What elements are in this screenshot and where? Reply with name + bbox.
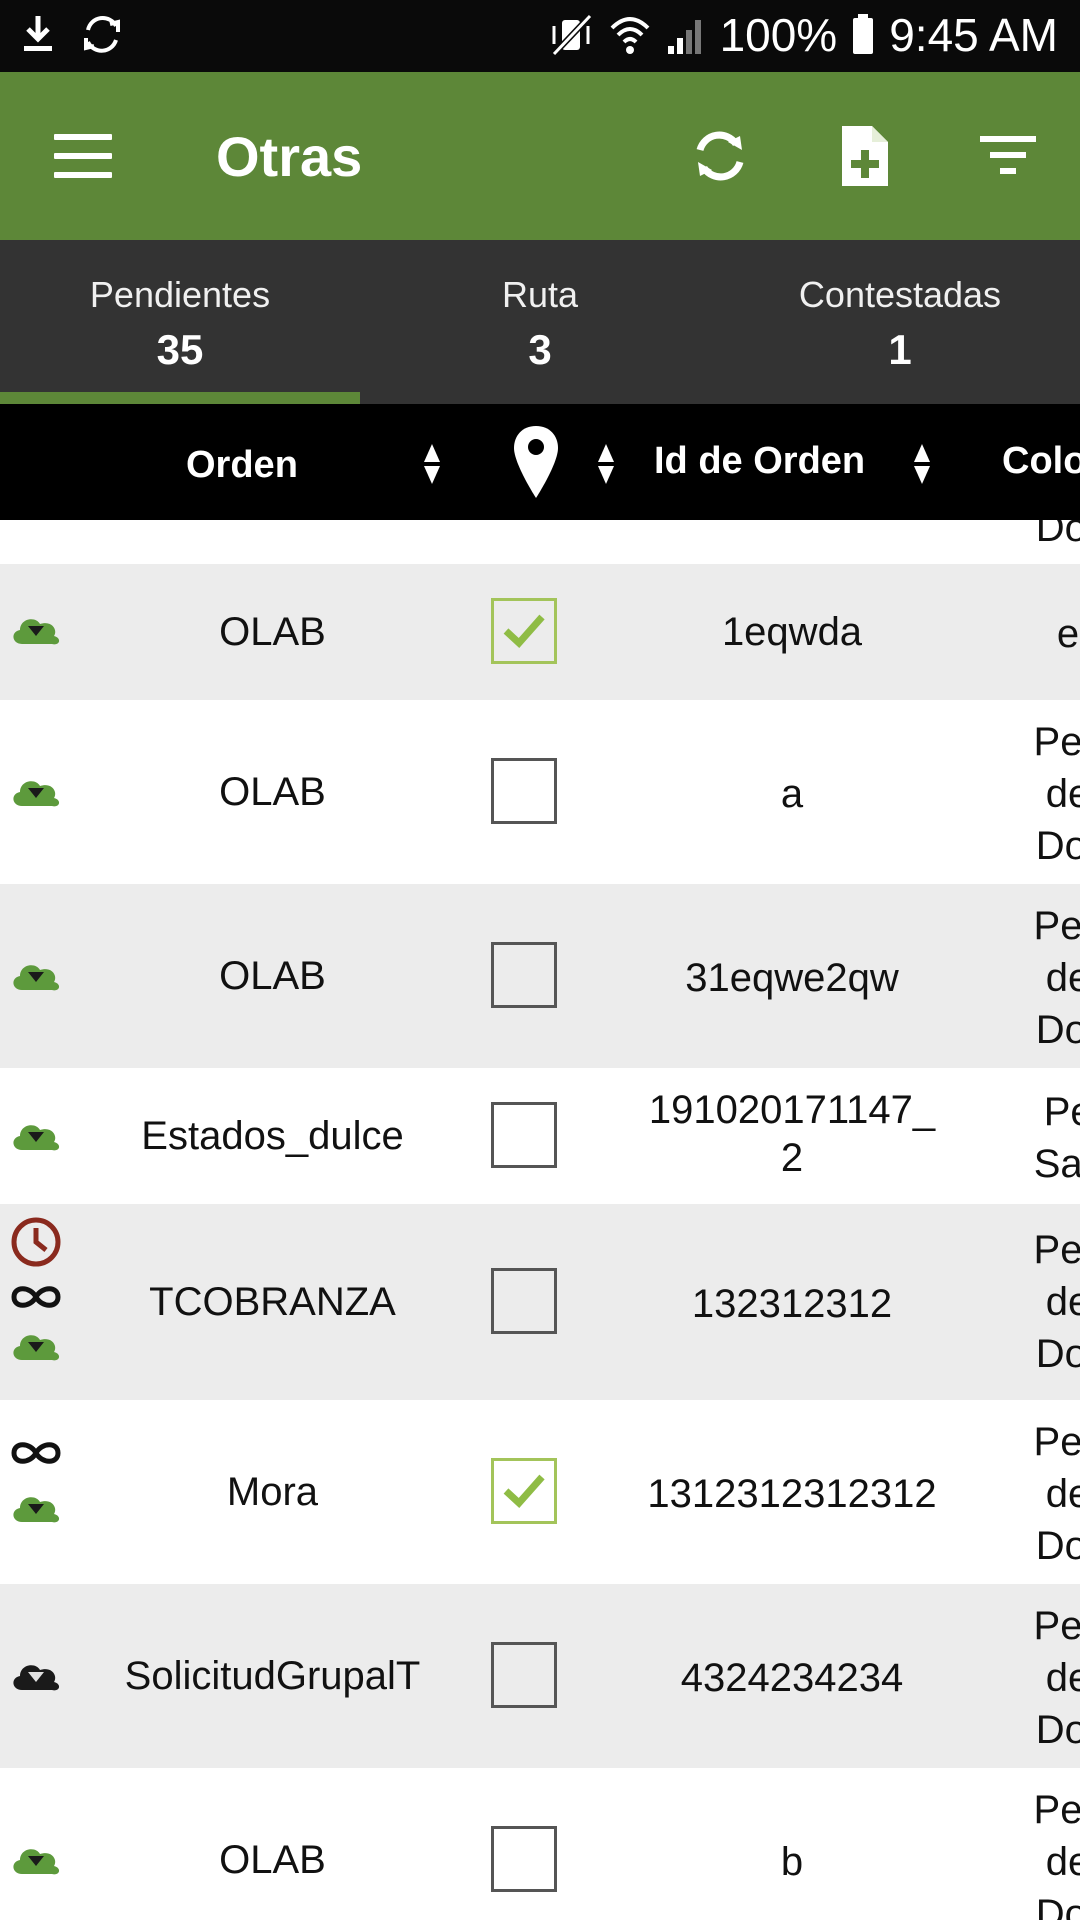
cell-orden: OLAB — [219, 610, 326, 654]
cell-id-orden: b — [780, 1840, 804, 1884]
cell-orden: TCOBRANZA — [149, 1280, 396, 1324]
column-header-orden[interactable]: Orden — [186, 444, 298, 487]
cloud-download-icon — [13, 1335, 60, 1361]
vibrate-off-icon — [551, 13, 592, 57]
table-row[interactable]: Estados_dulce 191020171147_2 PedrSanta — [0, 1068, 1080, 1204]
cell-colonia: e — [1056, 612, 1080, 656]
tab-label: Pendientes — [89, 274, 271, 315]
app-bar: Otras — [0, 72, 1080, 240]
cell-orden: OLAB — [219, 954, 326, 998]
cell-orden: OLAB — [219, 1838, 326, 1882]
battery-percent: 100% — [719, 9, 838, 61]
tab-count: 1 — [888, 326, 912, 373]
tab-count: 3 — [528, 326, 552, 373]
sync-icon — [84, 15, 120, 53]
battery-icon — [853, 14, 874, 54]
checkmark-icon — [503, 614, 545, 648]
cell-id-orden: 4324234234 — [680, 1656, 904, 1700]
row-checkbox[interactable] — [491, 1458, 557, 1524]
row-checkbox[interactable] — [491, 1268, 557, 1334]
row-checkbox[interactable] — [491, 1826, 557, 1892]
cell-colonia: PecdeDor — [1033, 1228, 1080, 1376]
row-checkbox[interactable] — [491, 1102, 557, 1168]
signal-icon — [667, 20, 701, 54]
table-header: Orden Id de Orden Colo — [0, 404, 1080, 520]
cell-orden: Mora — [226, 1470, 319, 1514]
cell-colonia: Dor — [1035, 520, 1080, 550]
sort-icon[interactable] — [912, 442, 932, 486]
row-checkbox[interactable] — [491, 598, 557, 664]
clock-time: 9:45 AM — [889, 9, 1058, 61]
cell-colonia: PecdeDor — [1033, 1604, 1080, 1752]
row-checkbox[interactable] — [491, 942, 557, 1008]
tab-bar: Pendientes 35 Ruta 3 Contestadas 1 — [0, 240, 1080, 404]
tab-pendientes[interactable]: Pendientes 35 — [0, 240, 360, 404]
cloud-download-dark-icon — [13, 1665, 60, 1691]
cell-id-orden: a — [780, 772, 804, 816]
table-row[interactable]: OLAB 31eqwe2qw PecdeDor — [0, 884, 1080, 1068]
table-row[interactable]: SolicitudGrupalT 4324234234 PecdeDor — [0, 1584, 1080, 1768]
table-row-partial: Dor — [0, 520, 1080, 564]
cell-orden: SolicitudGrupalT — [124, 1654, 421, 1698]
cloud-download-icon — [13, 1497, 60, 1523]
infinity-icon — [11, 1442, 61, 1464]
status-bar: 100% 9:45 AM — [0, 0, 1080, 72]
cell-id-orden: 1eqwda — [721, 610, 863, 654]
cloud-download-icon — [13, 1849, 60, 1875]
location-pin-icon[interactable] — [512, 424, 560, 500]
table-row[interactable]: TCOBRANZA 132312312 PecdeDor — [0, 1204, 1080, 1400]
cell-orden: OLAB — [219, 770, 326, 814]
infinity-icon — [11, 1286, 61, 1308]
cloud-download-icon — [13, 1125, 60, 1151]
row-checkbox[interactable] — [491, 1642, 557, 1708]
cell-colonia: PecdeDor — [1033, 904, 1080, 1052]
table-row[interactable]: OLAB b PecdeDor — [0, 1768, 1080, 1920]
checkmark-icon — [503, 1474, 545, 1508]
cell-colonia: PedrSanta — [1033, 1090, 1080, 1186]
tab-ruta[interactable]: Ruta 3 — [360, 240, 720, 404]
cell-colonia: PecdeDor — [1033, 720, 1080, 868]
tab-count: 35 — [156, 326, 204, 373]
tab-label: Contestadas — [798, 274, 1002, 315]
refresh-icon[interactable] — [684, 120, 756, 192]
table-row[interactable]: OLAB a PecdeDor — [0, 700, 1080, 884]
tab-contestadas[interactable]: Contestadas 1 — [720, 240, 1080, 404]
orders-table: Dor OLAB 1eqwda e OLAB a PecdeDor OLAB 3… — [0, 520, 1080, 1920]
cell-colonia: PecdeDor — [1033, 1788, 1080, 1920]
page-title: Otras — [216, 125, 363, 188]
wifi-icon — [610, 17, 649, 54]
download-icon — [24, 16, 52, 51]
cell-id-orden: 31eqwe2qw — [685, 956, 899, 1000]
table-row[interactable]: OLAB 1eqwda e — [0, 564, 1080, 700]
filter-icon[interactable] — [972, 120, 1044, 192]
cloud-download-icon — [13, 965, 60, 991]
cell-id-orden: 132312312 — [691, 1282, 893, 1326]
clock-icon — [11, 1217, 61, 1267]
cloud-download-icon — [13, 619, 60, 645]
cell-orden: Estados_dulce — [141, 1114, 404, 1158]
column-header-id-orden[interactable]: Id de Orden — [654, 440, 865, 483]
column-header-colonia[interactable]: Colo — [1002, 440, 1080, 483]
sort-icon[interactable] — [596, 442, 616, 486]
row-checkbox[interactable] — [491, 758, 557, 824]
cell-colonia: PecdeDor — [1033, 1420, 1080, 1568]
tab-label: Ruta — [501, 274, 579, 315]
add-file-icon[interactable] — [828, 120, 900, 192]
cell-id-orden: 1312312312312 — [647, 1472, 937, 1516]
active-tab-indicator — [0, 392, 360, 404]
menu-icon[interactable] — [54, 134, 112, 178]
sort-icon[interactable] — [422, 442, 442, 486]
cell-id-orden: 191020171147_ 2 — [648, 1088, 936, 1180]
cloud-download-icon — [13, 781, 60, 807]
table-row[interactable]: Mora 1312312312312 PecdeDor — [0, 1400, 1080, 1584]
